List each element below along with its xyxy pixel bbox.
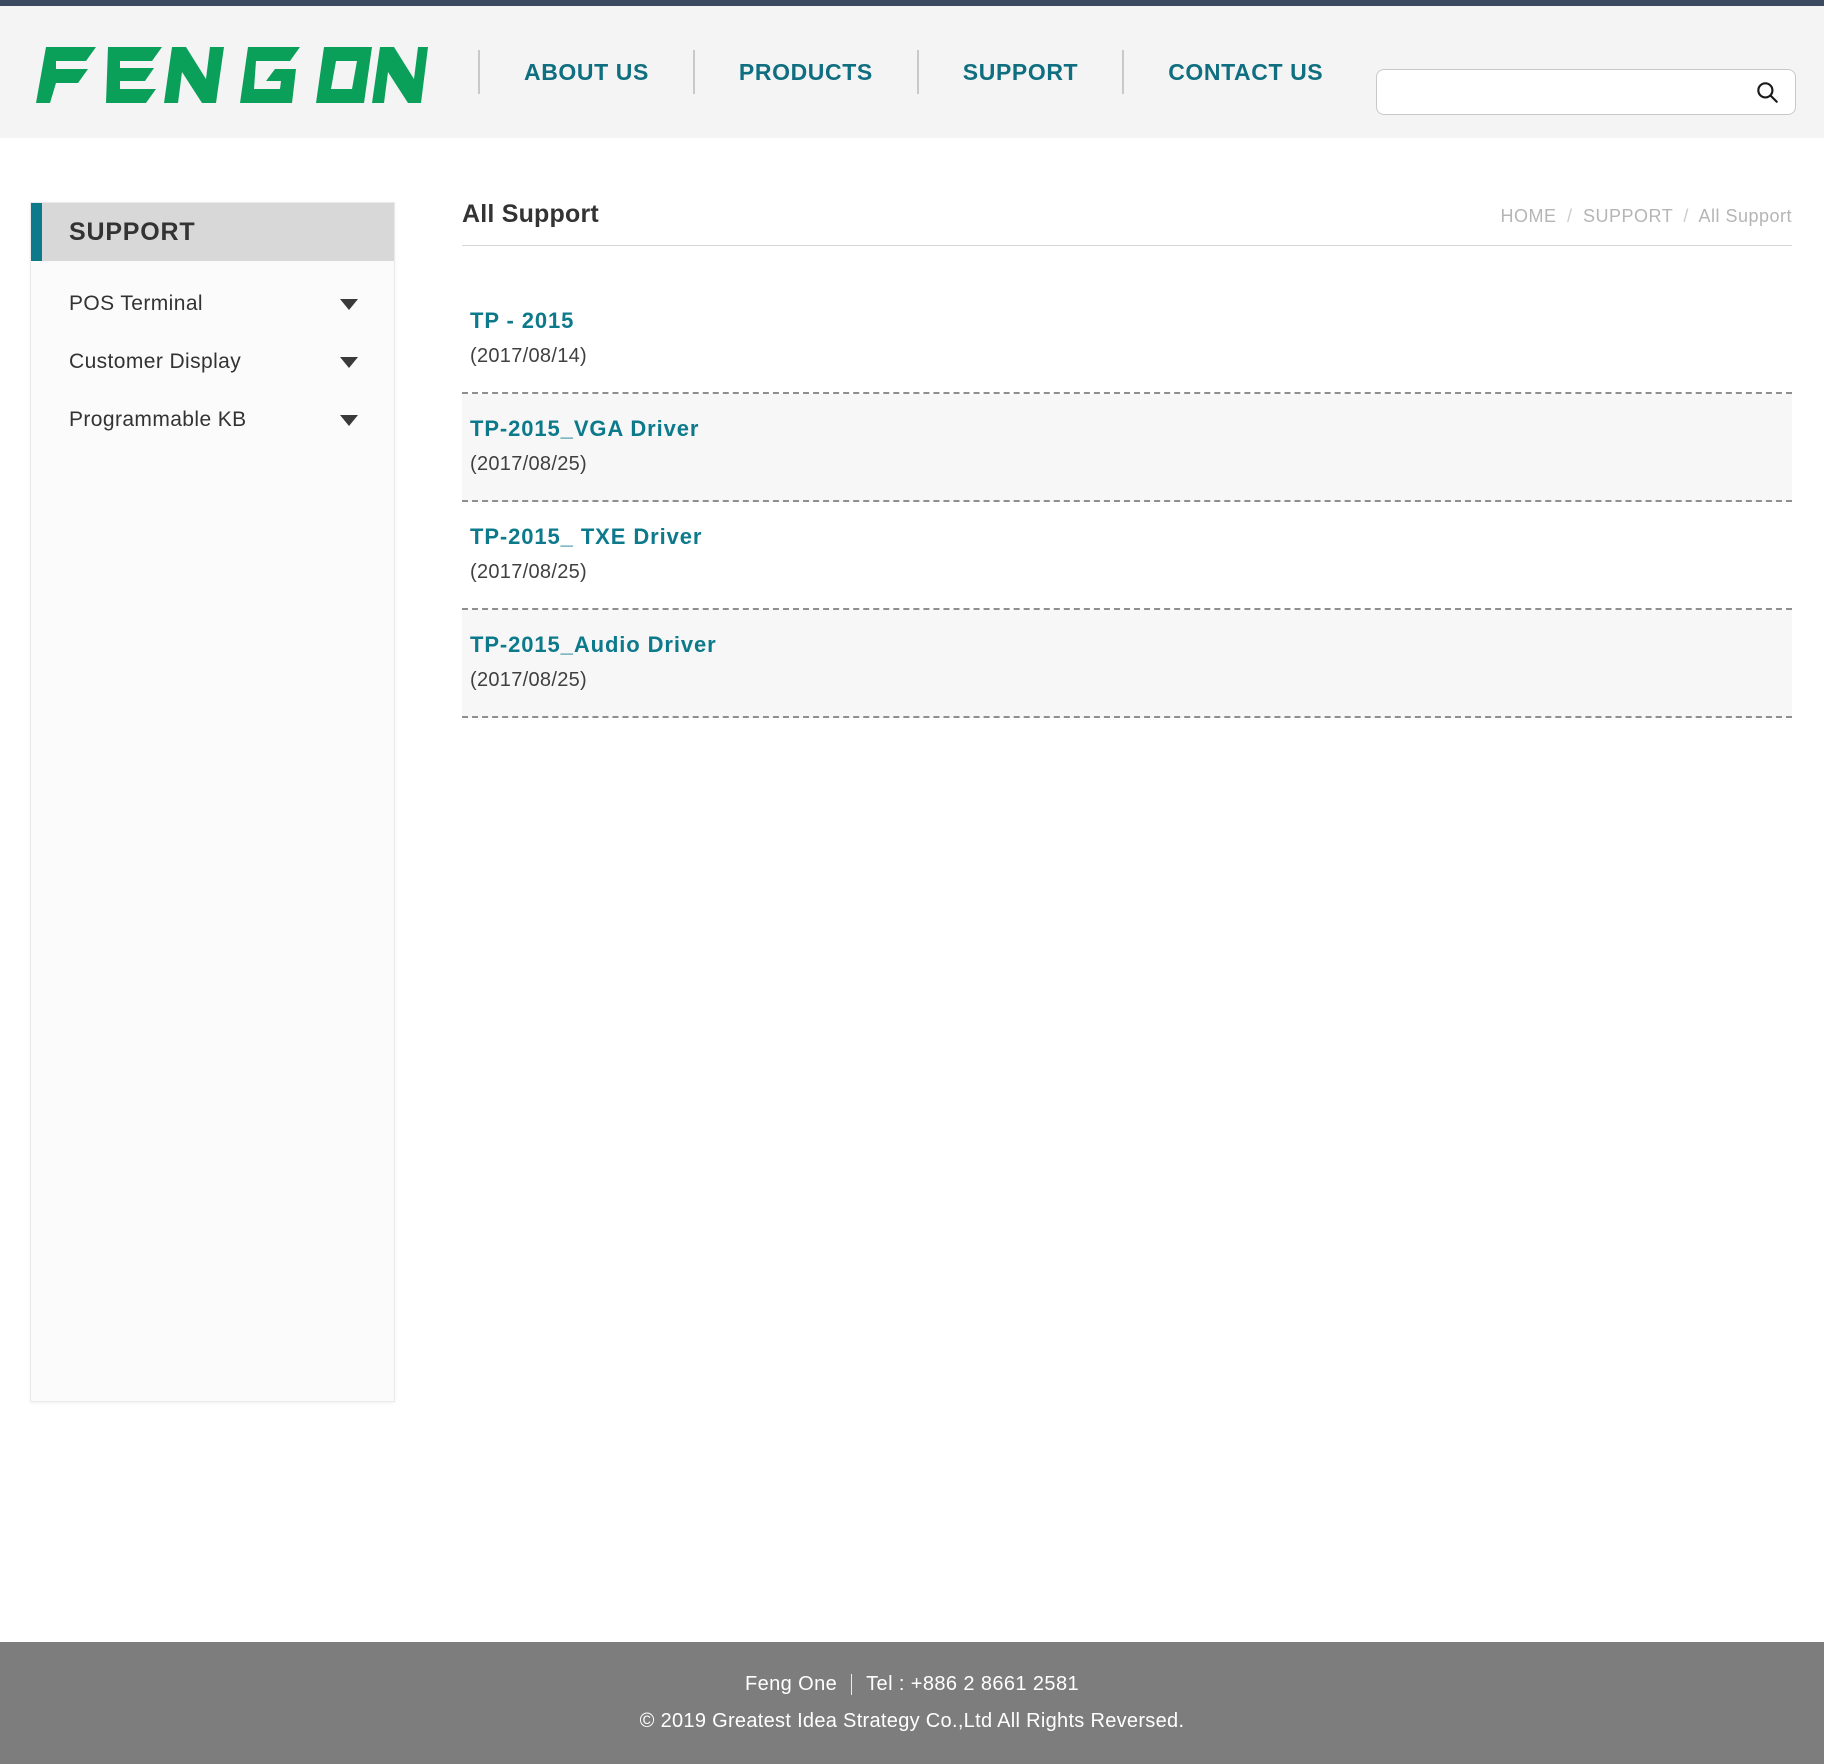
nav-item-contact-us[interactable]: CONTACT US — [1124, 59, 1367, 86]
support-sidebar: SUPPORT POS Terminal Customer Display Pr… — [30, 202, 395, 1402]
site-logo[interactable] — [28, 37, 468, 107]
sidebar-item-label: POS Terminal — [69, 292, 203, 315]
list-item-title[interactable]: TP-2015_Audio Driver — [470, 632, 1792, 658]
breadcrumb-item-home[interactable]: HOME — [1500, 206, 1556, 226]
main-header: All Support HOME / SUPPORT / All Support — [462, 200, 1792, 246]
nav-item-products[interactable]: PRODUCTS — [695, 59, 917, 86]
breadcrumb-separator: / — [1566, 206, 1573, 226]
page-root: ABOUT US PRODUCTS SUPPORT CONTACT US SUP… — [0, 0, 1824, 1764]
breadcrumb-item-support[interactable]: SUPPORT — [1583, 206, 1673, 226]
site-header: ABOUT US PRODUCTS SUPPORT CONTACT US — [0, 6, 1824, 138]
breadcrumb: HOME / SUPPORT / All Support — [1500, 206, 1792, 229]
sidebar-item-programmable-kb[interactable]: Programmable KB — [31, 391, 394, 449]
footer-divider — [851, 1674, 853, 1695]
sidebar-accent-bar — [31, 203, 42, 261]
main-panel: All Support HOME / SUPPORT / All Support… — [462, 200, 1792, 718]
list-item-date: (2017/08/25) — [470, 561, 588, 583]
breadcrumb-separator: / — [1683, 206, 1689, 226]
list-item-date: (2017/08/25) — [470, 453, 588, 475]
breadcrumb-item-all-support: All Support — [1698, 206, 1792, 226]
nav-item-support[interactable]: SUPPORT — [919, 59, 1122, 86]
list-item-date: (2017/08/25) — [470, 669, 588, 691]
sidebar-header: SUPPORT — [31, 203, 394, 261]
list-item-title[interactable]: TP - 2015 — [470, 308, 1792, 334]
chevron-down-icon[interactable] — [340, 356, 358, 368]
content-area: SUPPORT POS Terminal Customer Display Pr… — [0, 138, 1824, 1642]
footer-copyright: © 2019 Greatest Idea Strategy Co.,Ltd Al… — [639, 1710, 1185, 1732]
sidebar-item-pos-terminal[interactable]: POS Terminal — [31, 275, 394, 333]
list-item-date: (2017/08/14) — [470, 345, 588, 367]
sidebar-menu: POS Terminal Customer Display Programmab… — [31, 261, 394, 449]
footer-telephone: Tel : +886 2 8661 2581 — [866, 1673, 1080, 1695]
feng-one-logotype — [36, 47, 428, 103]
chevron-down-icon[interactable] — [340, 414, 358, 426]
list-item[interactable]: TP-2015_ TXE Driver (2017/08/25) — [462, 502, 1792, 610]
primary-nav: ABOUT US PRODUCTS SUPPORT CONTACT US — [480, 50, 1367, 94]
list-item-title[interactable]: TP-2015_ TXE Driver — [470, 524, 1792, 550]
search-button[interactable] — [1748, 75, 1786, 109]
list-item[interactable]: TP - 2015 (2017/08/14) — [462, 286, 1792, 394]
nav-item-about-us[interactable]: ABOUT US — [480, 59, 693, 86]
chevron-down-icon[interactable] — [340, 298, 358, 310]
sidebar-item-label: Programmable KB — [69, 408, 247, 431]
list-item-title[interactable]: TP-2015_VGA Driver — [470, 416, 1792, 442]
footer-company-name: Feng One — [744, 1673, 838, 1695]
sidebar-item-customer-display[interactable]: Customer Display — [31, 333, 394, 391]
site-footer: Feng One Tel : +886 2 8661 2581 © 2019 G… — [0, 1642, 1824, 1764]
search-box — [1376, 69, 1796, 115]
sidebar-item-label: Customer Display — [69, 350, 242, 373]
support-list: TP - 2015 (2017/08/14) TP-2015_VGA Drive… — [462, 286, 1792, 718]
sidebar-title: SUPPORT — [69, 217, 196, 246]
search-icon — [1757, 82, 1778, 103]
search-input[interactable] — [1376, 69, 1796, 115]
list-item[interactable]: TP-2015_Audio Driver (2017/08/25) — [462, 610, 1792, 718]
list-item[interactable]: TP-2015_VGA Driver (2017/08/25) — [462, 394, 1792, 502]
footer-contact-line: Feng One Tel : +886 2 8661 2581 — [745, 1673, 1079, 1696]
page-title: All Support — [462, 200, 599, 228]
